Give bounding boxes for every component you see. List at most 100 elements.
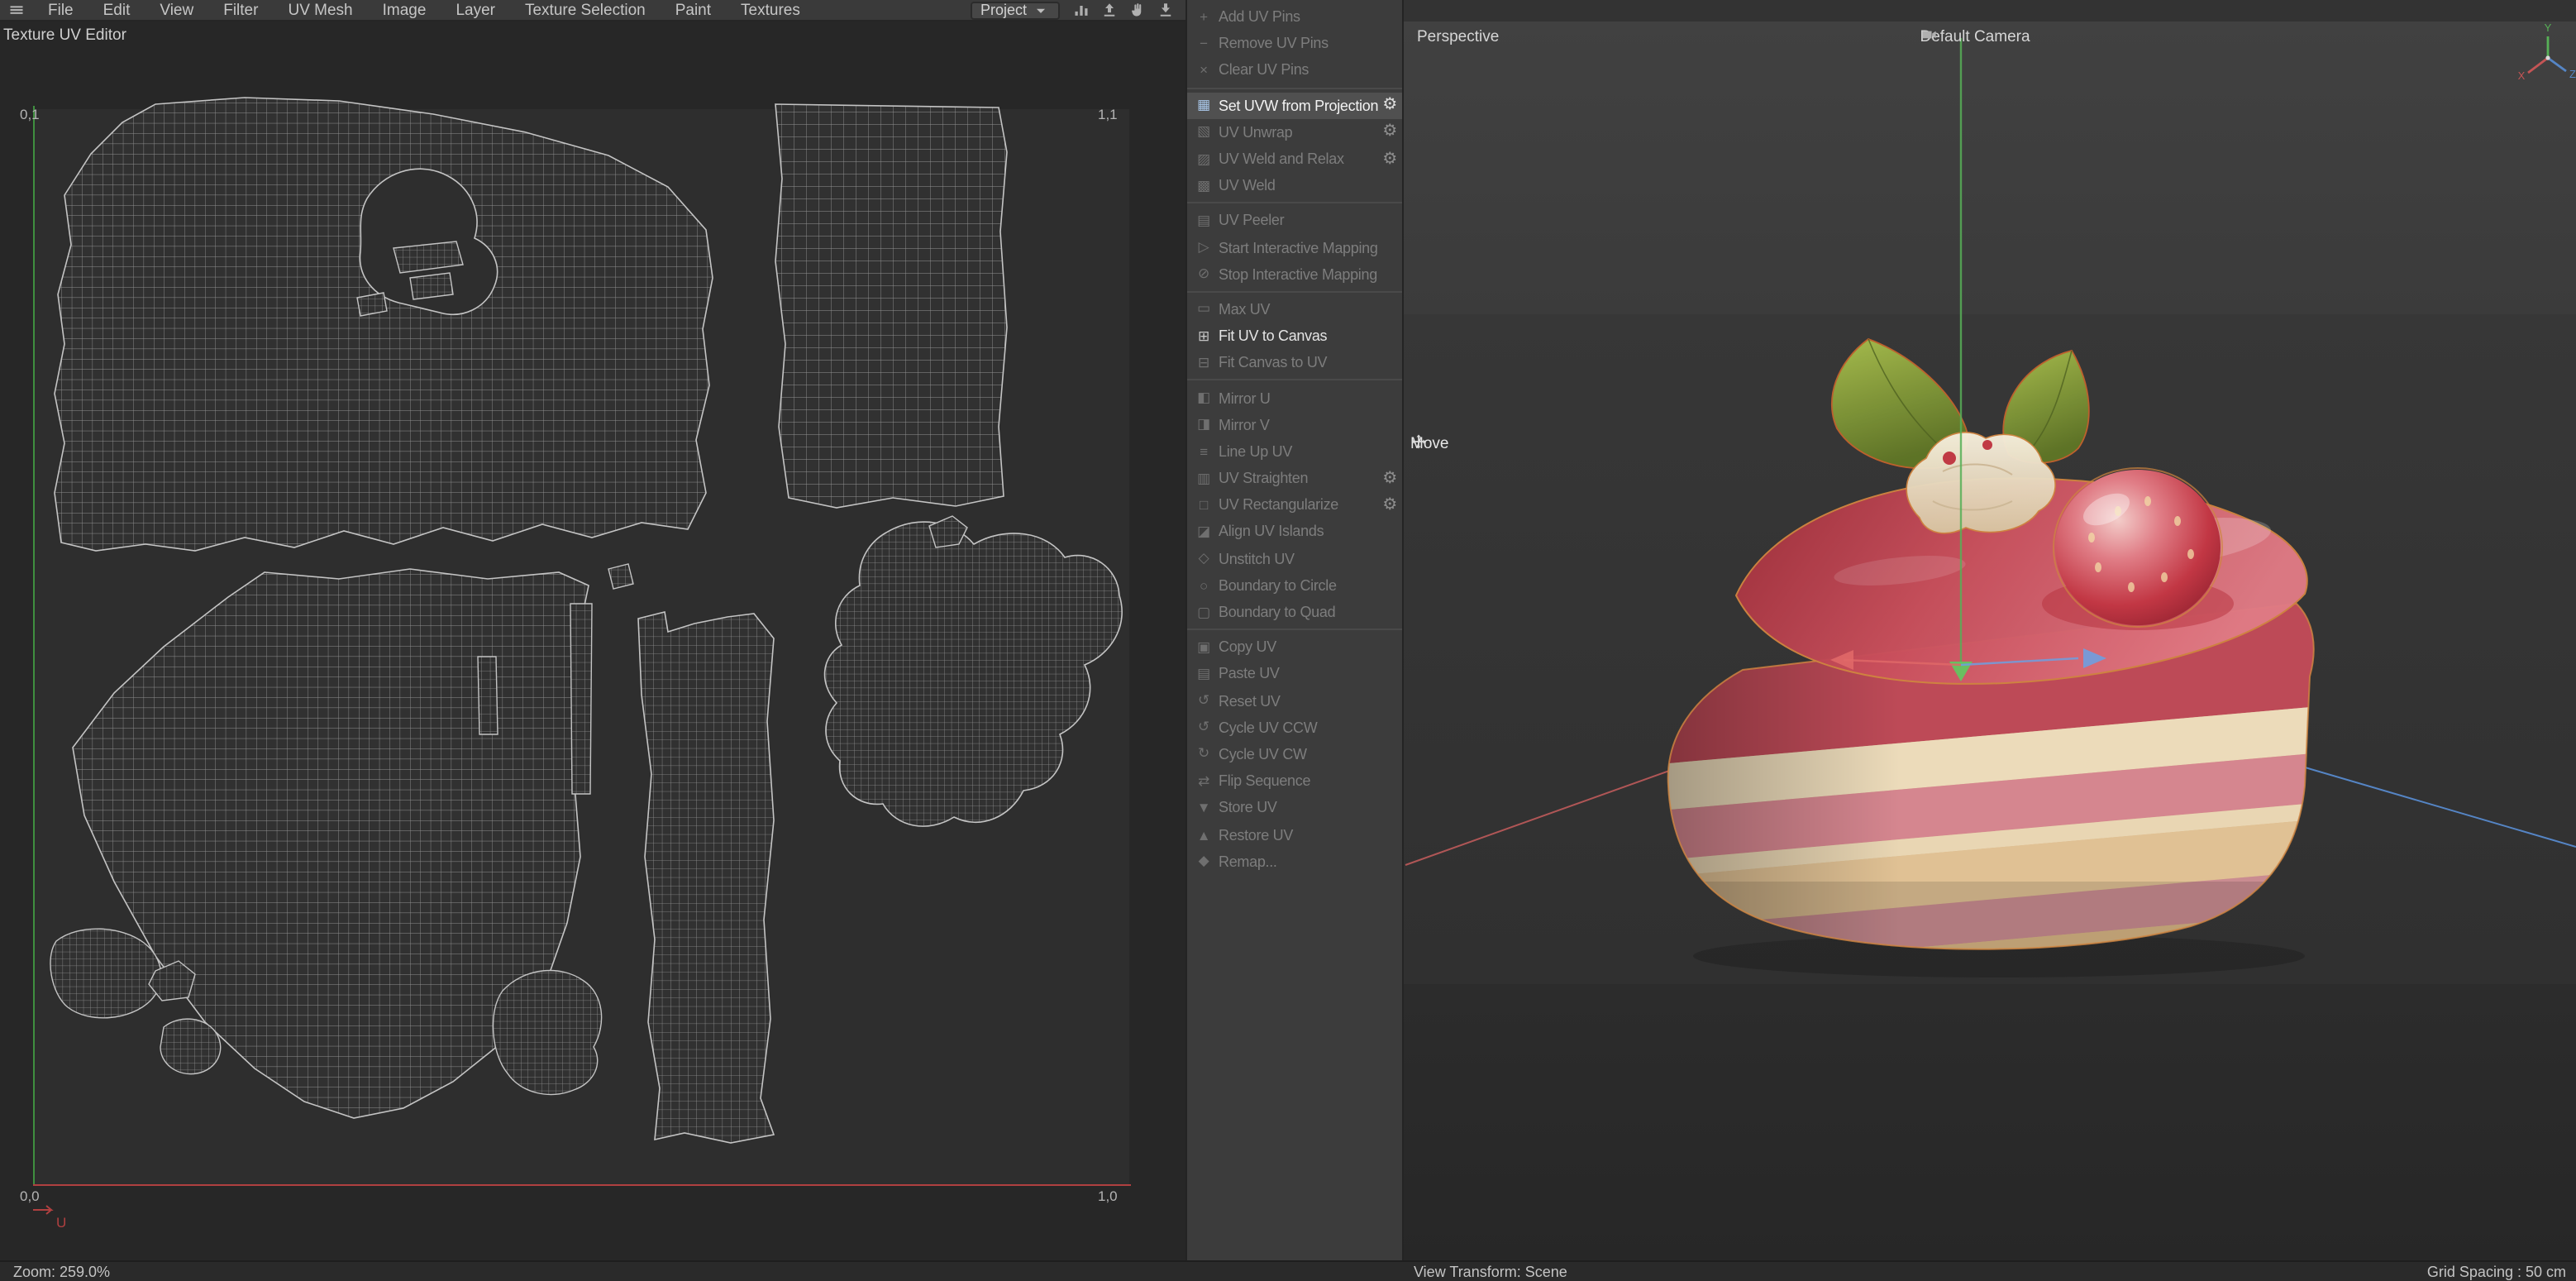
uv-command-label: Remap... (1219, 853, 1397, 869)
uv-weld-and-relax-icon: ▨ (1194, 150, 1214, 168)
uv-command-mirror-u[interactable]: ◧ Mirror U (1187, 385, 1402, 411)
axis-y-label: Y (2545, 22, 2552, 34)
uv-editor-menubar: FileEditViewFilterUV MeshImageLayerTextu… (0, 0, 1185, 22)
remap-icon: ◆ (1194, 852, 1214, 870)
uv-rectangularize-icon: □ (1194, 497, 1214, 514)
uv-command-start-interactive-mapping[interactable]: ▷Start Interactive Mapping (1187, 234, 1402, 261)
uv-command-label: UV Straighten (1219, 470, 1379, 486)
uv-corner-label: 1,1 (1098, 106, 1118, 122)
reset-uv-icon: ↺ (1194, 691, 1214, 710)
gear-icon[interactable]: ⚙ (1382, 469, 1397, 487)
unstitch-uv-icon: ◇ (1194, 549, 1214, 567)
uv-command-label: Line Up UV (1219, 443, 1397, 460)
menu-edit[interactable]: Edit (88, 0, 145, 21)
uv-command-label: Mirror U (1219, 390, 1397, 406)
gear-icon[interactable]: ⚙ (1382, 150, 1397, 168)
texture-uv-editor-panel: FileEditViewFilterUV MeshImageLayerTextu… (0, 0, 1185, 1281)
uv-corner-label: 0,1 (20, 106, 40, 122)
separator (1187, 87, 1402, 88)
upload-icon[interactable] (1098, 0, 1119, 20)
fit-canvas-to-uv-icon: ⊟ (1194, 354, 1214, 372)
camera-name-label[interactable]: Default Camera (1920, 26, 2059, 46)
uv-command-store-uv[interactable]: ▼ Store UV (1187, 795, 1402, 821)
menu-file[interactable]: File (33, 0, 88, 21)
uv-command-remove-uv-pins[interactable]: −Remove UV Pins (1187, 30, 1402, 56)
uv-command-reset-uv[interactable]: ↺Reset UV (1187, 687, 1402, 714)
uv-command-uv-peeler[interactable]: ▤UV Peeler (1187, 208, 1402, 234)
uv-command-label: Cycle UV CW (1219, 746, 1397, 762)
uv-command-label: Fit UV to Canvas (1219, 327, 1397, 344)
uv-command-label: Store UV (1219, 800, 1397, 816)
mirror-u-icon: ◧ (1194, 389, 1214, 407)
uv-command-clear-uv-pins[interactable]: ×Clear UV Pins (1187, 57, 1402, 84)
uv-command-flip-sequence[interactable]: ⇄ Flip Sequence (1187, 767, 1402, 794)
uv-command-copy-uv[interactable]: ▣ Copy UV (1187, 633, 1402, 660)
uv-editor-statusbar: Zoom: 259.0% (0, 1260, 1185, 1281)
uv-command-line-up-uv[interactable]: ≡Line Up UV (1187, 438, 1402, 465)
uv-canvas[interactable]: 0,1 1,1 0,0 1,0 U (0, 0, 1185, 1281)
uv-command-stop-interactive-mapping[interactable]: ⊘ Stop Interactive Mapping (1187, 261, 1402, 287)
uv-command-label: UV Unwrap (1219, 124, 1379, 141)
menu-layer[interactable]: Layer (441, 0, 510, 21)
hand-icon[interactable] (1126, 0, 1147, 20)
zoom-level: Zoom: 259.0% (13, 1264, 110, 1280)
uv-command-label: Mirror V (1219, 416, 1397, 433)
uv-command-boundary-to-circle[interactable]: ○Boundary to Circle (1187, 572, 1402, 599)
restore-uv-icon: ▲ (1194, 826, 1214, 843)
gear-icon[interactable]: ⚙ (1382, 96, 1397, 114)
move-tool-hint: Move (1410, 433, 1481, 453)
uv-command-max-uv[interactable]: ▭Max UV (1187, 296, 1402, 323)
gear-icon[interactable]: ⚙ (1382, 496, 1397, 514)
menu-uv-mesh[interactable]: UV Mesh (273, 0, 367, 21)
uv-command-set-uvw-from-projection[interactable]: ▦Set UVW from Projection⚙ (1187, 92, 1402, 118)
uv-command-uv-weld-and-relax[interactable]: ▨UV Weld and Relax⚙ (1187, 146, 1402, 172)
uv-command-remap[interactable]: ◆ Remap... (1187, 848, 1402, 874)
uv-command-paste-uv[interactable]: ▤Paste UV (1187, 661, 1402, 687)
uv-command-fit-canvas-to-uv[interactable]: ⊟Fit Canvas to UV (1187, 350, 1402, 376)
uv-command-cycle-uv-cw[interactable]: ↻Cycle UV CW (1187, 741, 1402, 767)
uv-command-uv-rectangularize[interactable]: □UV Rectangularize⚙ (1187, 491, 1402, 518)
uv-editor-toolbar-icons (1066, 0, 1179, 20)
uv-command-add-uv-pins[interactable]: +Add UV Pins (1187, 3, 1402, 30)
menu-paint[interactable]: Paint (661, 0, 726, 21)
menu-textures[interactable]: Textures (726, 0, 815, 21)
mirror-v-icon: ◨ (1194, 415, 1214, 433)
uv-command-uv-weld[interactable]: ▩UV Weld (1187, 172, 1402, 198)
uv-command-mirror-v[interactable]: ◨ Mirror V (1187, 411, 1402, 437)
store-uv-icon: ▼ (1194, 800, 1214, 816)
uv-command-fit-uv-to-canvas[interactable]: ⊞Fit UV to Canvas (1187, 323, 1402, 349)
uv-command-unstitch-uv[interactable]: ◇Unstitch UV (1187, 545, 1402, 571)
uv-command-label: Set UVW from Projection (1219, 97, 1379, 113)
separator (1187, 380, 1402, 381)
copy-uv-icon: ▣ (1194, 638, 1214, 656)
3d-viewport[interactable]: Y X Z Perspective Default Camera Move (1404, 22, 2576, 1260)
uv-command-uv-straighten[interactable]: ▥UV Straighten⚙ (1187, 465, 1402, 491)
add-uv-pins-icon: + (1194, 8, 1214, 25)
menu-view[interactable]: View (145, 0, 208, 21)
viewport-panel: ViewCamerasDisplayOptionsFilterPanel (1404, 0, 2576, 1281)
camera-icon[interactable] (2039, 26, 2057, 46)
camera-mode-label[interactable]: Perspective (1417, 28, 1499, 46)
stop-interactive-mapping-icon: ⊘ (1194, 265, 1214, 284)
chart-icon[interactable] (1070, 0, 1091, 20)
viewport-statusbar: View Transform: Scene Grid Spacing : 50 … (1404, 1260, 2576, 1281)
uv-command-boundary-to-quad[interactable]: ▢Boundary to Quad (1187, 599, 1402, 625)
view-transform-label: View Transform: Scene (1414, 1264, 1567, 1280)
menu-icon[interactable] (5, 0, 26, 20)
uv-weld-icon: ▩ (1194, 176, 1214, 194)
menu-filter[interactable]: Filter (208, 0, 273, 21)
menu-texture-selection[interactable]: Texture Selection (510, 0, 661, 21)
uv-command-uv-unwrap[interactable]: ▧ UV Unwrap⚙ (1187, 119, 1402, 146)
download-icon[interactable] (1154, 0, 1176, 20)
project-dropdown[interactable]: Project (971, 1, 1060, 19)
menu-image[interactable]: Image (368, 0, 441, 21)
uv-command-restore-uv[interactable]: ▲Restore UV (1187, 821, 1402, 848)
flip-sequence-icon: ⇄ (1194, 772, 1214, 790)
uv-command-label: Copy UV (1219, 638, 1397, 655)
gear-icon[interactable]: ⚙ (1382, 123, 1397, 141)
uv-command-align-uv-islands[interactable]: ◪Align UV Islands (1187, 519, 1402, 545)
uv-command-label: Flip Sequence (1219, 772, 1397, 789)
uv-unwrap-icon: ▧ (1194, 123, 1214, 141)
uv-command-label: Stop Interactive Mapping (1219, 266, 1397, 283)
uv-command-cycle-uv-ccw[interactable]: ↺Cycle UV CCW (1187, 714, 1402, 740)
